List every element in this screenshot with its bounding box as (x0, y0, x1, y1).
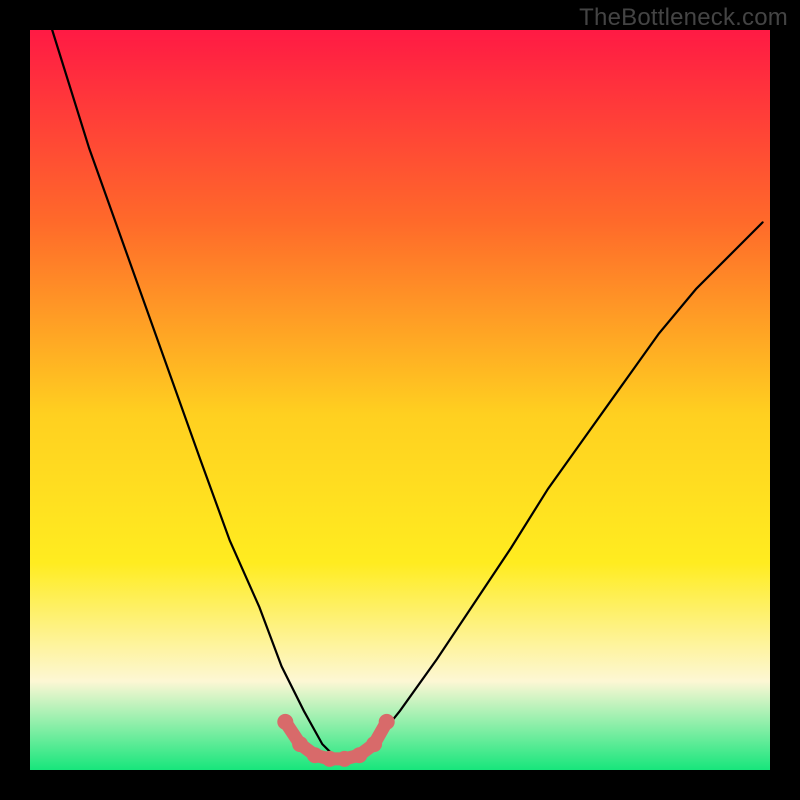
chart-stage: TheBottleneck.com (0, 0, 800, 800)
marker-dot (277, 714, 293, 730)
bottleneck-chart (0, 0, 800, 800)
plot-background (30, 30, 770, 770)
marker-dot (292, 736, 308, 752)
watermark-text: TheBottleneck.com (579, 4, 788, 32)
marker-dot (337, 751, 353, 767)
marker-dot (379, 714, 395, 730)
marker-dot (307, 747, 323, 763)
marker-dot (322, 751, 338, 767)
marker-dot (366, 736, 382, 752)
marker-dot (351, 747, 367, 763)
